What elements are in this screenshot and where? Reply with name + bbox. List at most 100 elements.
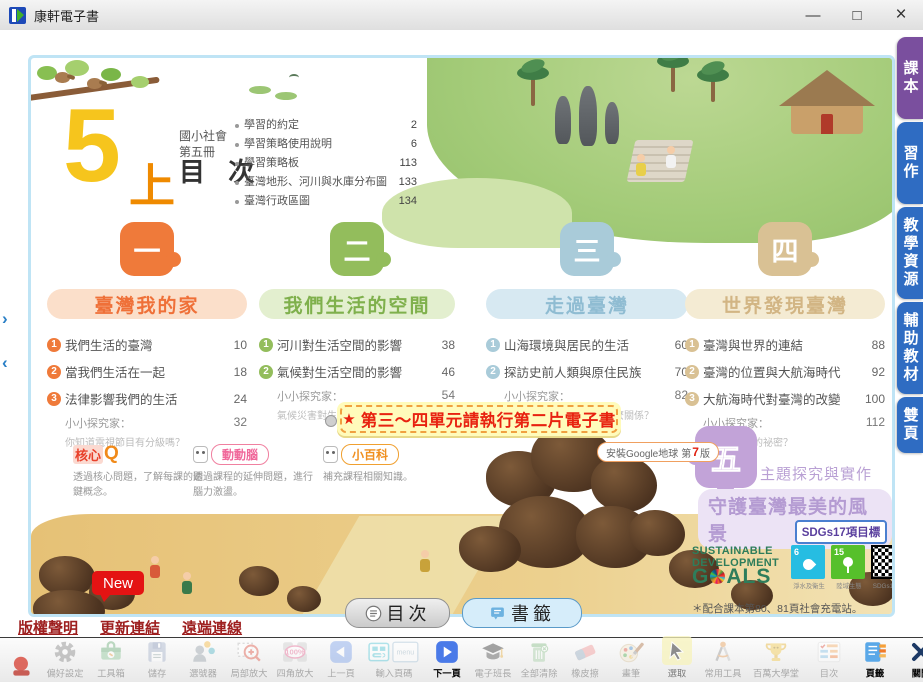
lesson-row: 1我們生活的臺灣10: [47, 331, 247, 358]
graduation-cap-icon: [479, 639, 507, 665]
unit-2-title: 我們生活的空間: [259, 289, 455, 319]
next-page-button[interactable]: 下一頁: [424, 638, 470, 682]
unit-3-column: 三 走過臺灣 1山海環境與居民的生活60 2探訪史前人類與原住民族70 小小探究…: [486, 222, 688, 422]
gear-icon: [52, 639, 78, 665]
close-x-icon: [909, 640, 923, 664]
legend-encyclopedia: 小百科 補充課程相關知識。: [323, 444, 435, 485]
tab-teaching-resources[interactable]: 教學資源: [897, 207, 923, 299]
update-link[interactable]: 更新連結: [100, 617, 160, 638]
face-icon: [323, 446, 338, 463]
save-button[interactable]: 儲存: [134, 638, 180, 682]
fit-100-button[interactable]: 100% 四角放大: [272, 638, 318, 682]
close-app-button[interactable]: 關閉: [898, 638, 923, 682]
select-tool-button[interactable]: 選取: [654, 636, 700, 682]
bookmark-icon: [489, 605, 506, 622]
unit-2-column: 二 我們生活的空間 1河川對生活空間的影響38 2氣候對生活空間的影響46 小小…: [259, 222, 455, 422]
page-input-icon: menu: [368, 639, 420, 665]
collapse-panel-chevron[interactable]: ‹: [2, 354, 18, 372]
save-icon: [144, 639, 170, 665]
face-icon: [193, 446, 208, 463]
bookmark-tab[interactable]: 書籤: [462, 598, 582, 628]
local-zoom-button[interactable]: 局部放大: [226, 638, 272, 682]
local-zoom-icon: [235, 639, 263, 665]
bird-icon: [55, 72, 70, 83]
clear-all-button[interactable]: 全部清除: [516, 638, 562, 682]
app-window: 康軒電子書 — □ × › ‹: [0, 0, 923, 682]
unit-3-title: 走過臺灣: [486, 289, 688, 319]
walking-kid: [419, 550, 431, 572]
tab-supplementary-materials[interactable]: 輔助教材: [897, 302, 923, 394]
rock: [239, 566, 279, 596]
hut-roof-icon: [779, 70, 875, 106]
book-page: 5 上 國小社會 第五冊 目 次 學習的約定2 學習策略使用說明6 學習策略板1…: [28, 55, 895, 617]
previous-page-button[interactable]: 上一頁: [318, 638, 364, 682]
toc-tab[interactable]: 目次: [345, 598, 450, 628]
sdg-15-icon: 15: [831, 545, 865, 579]
svg-text:100%: 100%: [285, 647, 305, 656]
star-icon: ★: [342, 410, 355, 428]
lesson-row: 3法律影響我們的生活24: [47, 385, 247, 412]
compass-icon: [710, 639, 736, 665]
fit-100-icon: 100%: [280, 639, 310, 665]
toc-tool-button[interactable]: 目次: [806, 638, 852, 682]
walking-kid: [665, 146, 677, 168]
quiz-game-button[interactable]: 百萬大學堂: [746, 638, 806, 682]
eraser-icon: [571, 639, 599, 665]
remote-connection-link[interactable]: 遠端連線: [182, 617, 242, 638]
copyright-link[interactable]: 版權聲明: [18, 617, 78, 638]
front-matter-row: 臺灣行政區圖134: [235, 192, 417, 211]
class-monitor-button[interactable]: 電子班長: [470, 638, 516, 682]
common-tools-button[interactable]: 常用工具: [700, 638, 746, 682]
maximize-button[interactable]: □: [835, 1, 879, 30]
hut-door: [821, 114, 833, 134]
walking-kid: [149, 556, 161, 578]
stamp-tool[interactable]: [2, 653, 42, 682]
sdg-logo: SUSTAINABLE DEVELOPMENT GALS: [692, 545, 787, 584]
notice-text: 第三～四單元請執行第二片電子書: [361, 407, 616, 431]
sdg-6-icon: 6: [791, 545, 825, 579]
toolbox-button[interactable]: 工具箱: [88, 638, 134, 682]
number-picker-icon: [189, 639, 217, 665]
stamp-icon: [9, 654, 35, 680]
eraser-button[interactable]: 橡皮擦: [562, 638, 608, 682]
trophy-icon: [763, 639, 789, 665]
sdgs-17-goals-button[interactable]: SDGs17項目標: [795, 520, 887, 544]
sdg-block: SUSTAINABLE DEVELOPMENT GALS 6 淨水及衛生 15 …: [692, 545, 895, 591]
front-matter-row: 學習的約定2: [235, 116, 417, 135]
leaf: [37, 66, 57, 80]
rock: [459, 526, 521, 572]
qr-code-icon: [871, 545, 895, 579]
unit-3-stamp-icon: 三: [560, 222, 614, 276]
minimize-button[interactable]: —: [791, 1, 835, 30]
legend-core-q: 核心Q 透過核心問題，了解每課的關鍵概念。: [73, 444, 205, 500]
trash-icon: [526, 639, 552, 665]
unit-4-column: 四 世界發現臺灣 1臺灣與世界的連結88 2臺灣的位置與大航海時代92 3大航海…: [685, 222, 885, 449]
close-button[interactable]: ×: [879, 1, 923, 30]
window-title: 康軒電子書: [34, 6, 99, 25]
preferences-button[interactable]: 偏好設定: [42, 638, 88, 682]
tab-workbook[interactable]: 習作: [897, 122, 923, 204]
unit-2-stamp-icon: 二: [330, 222, 384, 276]
install-google-earth-button[interactable]: 安裝Google地球 第 7 版: [597, 442, 719, 462]
next-page-icon: [434, 639, 460, 665]
number-picker-button[interactable]: 選號器: [180, 638, 226, 682]
page-number-input-button[interactable]: menu 輸入頁碼: [364, 638, 424, 682]
flying-bird-icon: [289, 74, 299, 81]
unit-5-subtitle: 主題探究與實作: [760, 463, 872, 484]
sdg-goal-6: 6 淨水及衛生: [791, 545, 827, 591]
leaf: [101, 68, 121, 81]
unit-1-column: 一 臺灣我的家 1我們生活的臺灣10 2當我們生活在一起18 3法律影響我們的生…: [47, 222, 247, 449]
brush-button[interactable]: 畫筆: [608, 638, 654, 682]
expand-panel-chevron[interactable]: ›: [2, 310, 18, 328]
walking-kid: [635, 154, 647, 176]
title-bar: 康軒電子書 — □ ×: [0, 0, 923, 31]
toc-icon: [365, 605, 382, 622]
tab-textbook[interactable]: 課本: [897, 37, 923, 119]
tab-two-page-view[interactable]: 雙頁: [897, 397, 923, 453]
page-tabs-button[interactable]: 頁籤: [852, 638, 898, 682]
grass-tuft: [275, 92, 297, 100]
stone-statue-icon: [605, 102, 619, 144]
new-badge: New: [92, 571, 144, 595]
front-matter-list: 學習的約定2 學習策略使用說明6 學習策略板113 臺灣地形、河川與水庫分布圖1…: [235, 116, 417, 211]
grass-tuft: [249, 86, 271, 94]
